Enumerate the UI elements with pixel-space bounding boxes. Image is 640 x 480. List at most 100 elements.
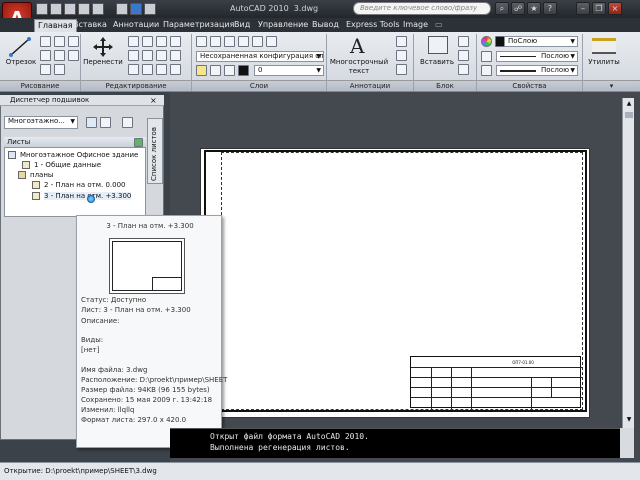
sheet-icon — [32, 181, 40, 189]
copy-icon[interactable] — [128, 50, 139, 61]
insert-block-icon[interactable] — [428, 36, 448, 54]
favorites-star-icon[interactable]: ★ — [527, 2, 541, 15]
communication-center-icon[interactable]: ☍ — [511, 2, 525, 15]
erase-icon[interactable] — [156, 36, 167, 47]
tree-item-root[interactable]: Многоэтажное Офисное здание — [20, 151, 138, 159]
vertical-scrollbar[interactable]: ▲ ▼ — [622, 98, 634, 428]
tree-item-sheet-1[interactable]: 1 - Общие данные — [34, 161, 101, 169]
tab-output[interactable]: Вывод — [309, 18, 342, 32]
polyline-icon[interactable] — [40, 36, 51, 47]
color-wheel-icon[interactable] — [481, 36, 492, 47]
color-combo[interactable]: ПоСлою ▼ — [504, 36, 578, 47]
tab-sheet-list[interactable]: Список листов — [147, 118, 163, 184]
view-options-icon[interactable] — [122, 117, 133, 128]
save-icon[interactable] — [64, 3, 76, 15]
layer-state-combo[interactable]: Несохраненная конфигурация сл ▼ — [196, 51, 324, 62]
layer-states-icon[interactable] — [210, 36, 221, 47]
layer-freeze-icon[interactable] — [224, 36, 235, 47]
undo-icon[interactable] — [78, 3, 90, 15]
scrollbar-thumb[interactable] — [625, 112, 633, 118]
explode-icon[interactable] — [170, 36, 181, 47]
properties-panel-title[interactable]: Свойства — [477, 80, 582, 91]
palette-title[interactable]: Диспетчер подшивок — [0, 95, 164, 106]
fillet-icon[interactable] — [156, 50, 167, 61]
match-properties-icon[interactable] — [481, 51, 492, 62]
edit-block-icon[interactable] — [458, 50, 469, 61]
scroll-up-icon[interactable]: ▲ — [625, 100, 633, 107]
layers-panel-title[interactable]: Слои — [192, 80, 326, 91]
sheet-set-icon[interactable] — [86, 117, 97, 128]
tab-express-tools[interactable]: Express Tools — [343, 18, 403, 32]
sheet-set-combo[interactable]: Многоэтажно... ▼ — [4, 116, 78, 129]
workspace-icon[interactable] — [130, 3, 142, 15]
move-tool-icon[interactable] — [92, 36, 114, 58]
rectangle-icon[interactable] — [54, 36, 65, 47]
tab-manage[interactable]: Управление — [255, 18, 311, 32]
modify-panel-title[interactable]: Редактирование — [81, 80, 191, 91]
trim-icon[interactable] — [142, 36, 153, 47]
leader-icon[interactable] — [396, 50, 407, 61]
draw-panel-title[interactable]: Рисование — [0, 80, 80, 91]
block-panel-title[interactable]: Блок — [414, 80, 476, 91]
layer-combo[interactable]: 0 ▼ — [254, 65, 324, 76]
help-icon[interactable]: ? — [543, 2, 557, 15]
measure-icon[interactable] — [592, 38, 616, 54]
annotations-panel-title[interactable]: Аннотации — [327, 80, 413, 91]
circle-icon[interactable] — [40, 50, 51, 61]
spline-icon[interactable] — [54, 64, 65, 75]
linetype-combo[interactable]: Послою ▼ — [496, 51, 578, 62]
ribbon-minimize-icon[interactable]: ▭ — [432, 18, 446, 32]
ellipse-icon[interactable] — [68, 36, 79, 47]
tab-insert[interactable]: Вставка — [70, 18, 110, 32]
layer-lock-icon[interactable] — [238, 36, 249, 47]
create-block-icon[interactable] — [458, 36, 469, 47]
hatch-icon[interactable] — [54, 50, 65, 61]
layer-match-icon[interactable] — [266, 36, 277, 47]
lineweight-combo[interactable]: Послою ▼ — [496, 65, 578, 76]
line-tool-icon[interactable] — [8, 36, 32, 58]
tab-view[interactable]: Вид — [231, 18, 253, 32]
binoculars-icon[interactable]: ⌕ — [495, 2, 509, 15]
attribute-icon[interactable] — [458, 64, 469, 75]
utilities-label[interactable]: Утилиты — [584, 58, 624, 66]
layer-isolate-icon[interactable] — [252, 36, 263, 47]
layout-icon[interactable] — [144, 3, 156, 15]
mirror-icon[interactable] — [142, 50, 153, 61]
publish-icon[interactable] — [100, 117, 111, 128]
dimension-icon[interactable] — [396, 36, 407, 47]
array-icon[interactable] — [156, 64, 167, 75]
scale-icon[interactable] — [142, 64, 153, 75]
tree-item-sheet-2[interactable]: 2 - План на отм. 0.000 — [44, 181, 125, 189]
minimize-icon[interactable]: – — [576, 2, 590, 15]
table-icon[interactable] — [396, 64, 407, 75]
restore-icon[interactable]: ❐ — [592, 2, 606, 15]
bulb-icon[interactable] — [196, 65, 207, 76]
join-icon[interactable] — [170, 64, 181, 75]
tree-item-group-plans[interactable]: планы — [30, 171, 53, 179]
region-icon[interactable] — [68, 50, 79, 61]
command-line-scrollbar[interactable] — [620, 428, 634, 458]
rotate-icon[interactable] — [128, 36, 139, 47]
refresh-icon[interactable] — [134, 138, 143, 147]
layer-properties-icon[interactable] — [196, 36, 207, 47]
palette-close-icon[interactable]: × — [150, 96, 157, 105]
tab-image[interactable]: Image — [400, 18, 431, 32]
close-icon[interactable]: × — [608, 2, 622, 15]
offset-icon[interactable] — [170, 50, 181, 61]
stretch-icon[interactable] — [128, 64, 139, 75]
search-input[interactable]: Введите ключевое слово/фразу — [353, 2, 491, 15]
multiline-text-icon[interactable]: A — [350, 34, 364, 58]
scroll-down-icon[interactable]: ▼ — [625, 416, 633, 423]
plot-icon[interactable] — [116, 3, 128, 15]
command-line[interactable]: Открыт файл формата AutoCAD 2010. Выполн… — [170, 428, 622, 458]
open-file-icon[interactable] — [50, 3, 62, 15]
lock-icon[interactable] — [224, 65, 235, 76]
new-file-icon[interactable] — [36, 3, 48, 15]
list-icon[interactable] — [481, 65, 492, 76]
tab-parametric[interactable]: Параметризация — [160, 18, 237, 32]
utilities-panel-title[interactable]: ▾ — [583, 80, 640, 91]
sun-icon[interactable] — [210, 65, 221, 76]
tab-annotate[interactable]: Аннотации — [110, 18, 162, 32]
arc-icon[interactable] — [40, 64, 51, 75]
redo-icon[interactable] — [92, 3, 104, 15]
